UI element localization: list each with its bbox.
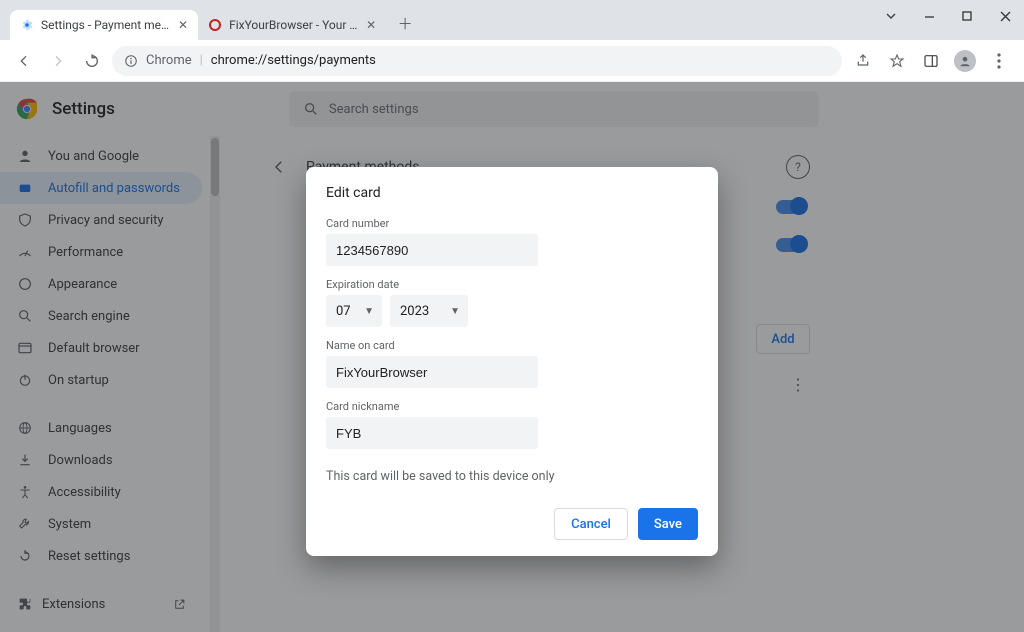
minimize-icon[interactable] xyxy=(910,4,948,28)
dialog-title: Edit card xyxy=(326,185,698,201)
window-close-icon[interactable] xyxy=(986,4,1024,28)
site-info-icon[interactable] xyxy=(124,54,138,68)
expiration-label: Expiration date xyxy=(326,278,698,291)
url-host-label: Chrome xyxy=(146,53,192,68)
save-button[interactable]: Save xyxy=(638,508,698,540)
browser-toolbar: Chrome | chrome://settings/payments xyxy=(0,40,1024,82)
menu-kebab-icon[interactable] xyxy=(984,46,1014,76)
chevron-down-icon: ▼ xyxy=(450,306,460,317)
side-panel-icon[interactable] xyxy=(916,46,946,76)
card-nickname-input[interactable] xyxy=(326,417,538,449)
browser-tab[interactable]: FixYourBrowser - Your Trusted Sc ✕ xyxy=(198,10,386,40)
exp-month-select[interactable]: 07 ▼ xyxy=(326,295,382,327)
exp-year-select[interactable]: 2023 ▼ xyxy=(390,295,468,327)
tab-strip: Settings - Payment methods ✕ FixYourBrow… xyxy=(0,0,872,40)
tab-title: FixYourBrowser - Your Trusted Sc xyxy=(229,18,359,32)
window-titlebar: Settings - Payment methods ✕ FixYourBrow… xyxy=(0,0,1024,40)
card-nickname-label: Card nickname xyxy=(326,400,698,413)
name-on-card-label: Name on card xyxy=(326,339,698,352)
share-icon[interactable] xyxy=(848,46,878,76)
window-controls xyxy=(872,0,1024,40)
name-on-card-input[interactable] xyxy=(326,356,538,388)
address-bar[interactable]: Chrome | chrome://settings/payments xyxy=(112,46,842,76)
new-tab-button[interactable]: ＋ xyxy=(392,10,418,36)
forward-icon[interactable] xyxy=(44,47,72,75)
chevron-down-icon: ▼ xyxy=(364,306,374,317)
browser-tab-active[interactable]: Settings - Payment methods ✕ xyxy=(10,10,198,40)
card-number-input[interactable] xyxy=(326,234,538,266)
close-icon[interactable]: ✕ xyxy=(178,18,188,32)
url-text: chrome://settings/payments xyxy=(211,53,376,68)
maximize-icon[interactable] xyxy=(948,4,986,28)
dialog-note: This card will be saved to this device o… xyxy=(326,469,698,484)
cancel-button[interactable]: Cancel xyxy=(554,508,628,540)
edit-card-dialog: Edit card Card number Expiration date 07… xyxy=(306,167,718,556)
bookmark-star-icon[interactable] xyxy=(882,46,912,76)
profile-avatar[interactable] xyxy=(950,46,980,76)
reload-icon[interactable] xyxy=(78,47,106,75)
settings-gear-icon xyxy=(20,18,34,32)
tab-title: Settings - Payment methods xyxy=(41,18,171,32)
chevron-down-icon[interactable] xyxy=(872,4,910,28)
card-number-label: Card number xyxy=(326,217,698,230)
back-icon[interactable] xyxy=(10,47,38,75)
close-icon[interactable]: ✕ xyxy=(366,18,376,32)
site-favicon-icon xyxy=(208,18,222,32)
